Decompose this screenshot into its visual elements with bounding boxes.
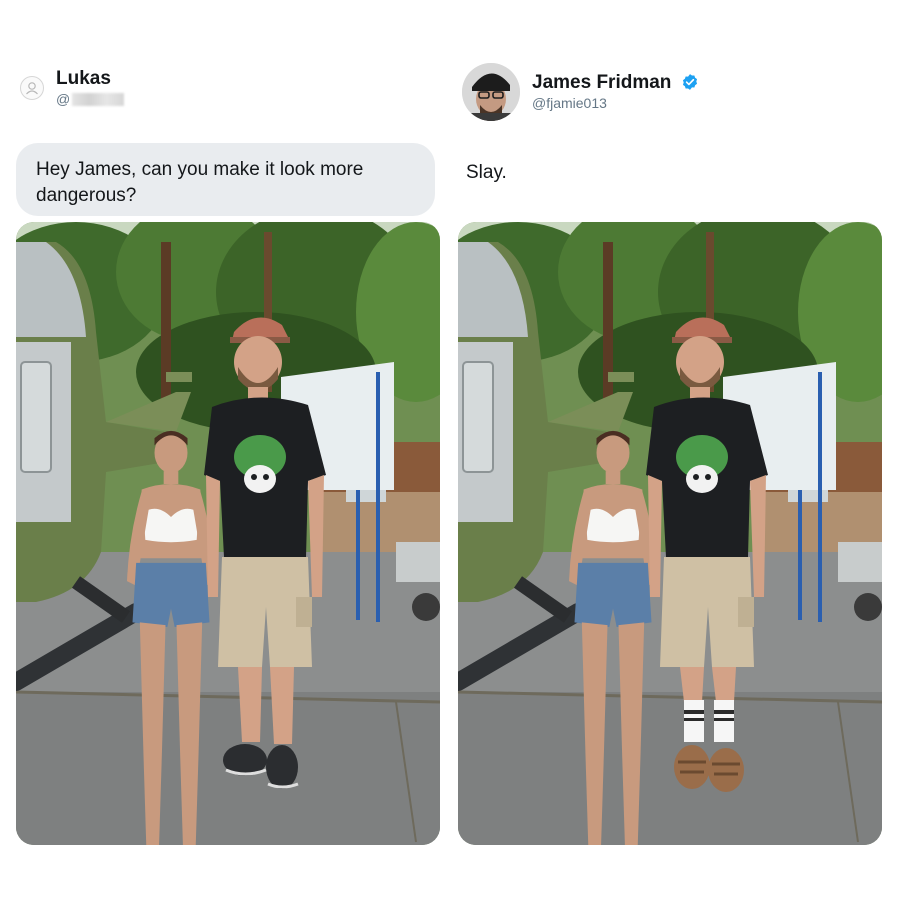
display-name-text: James Fridman — [532, 72, 672, 93]
photo-image — [458, 222, 882, 845]
display-name[interactable]: James Fridman — [532, 72, 699, 94]
verified-badge-icon — [682, 74, 697, 90]
handle-text: @ — [56, 91, 71, 107]
request-tweet: Lukas @ Hey James, can you make it look … — [0, 0, 450, 900]
redacted-handle — [72, 92, 125, 106]
handle[interactable]: @ — [56, 90, 125, 108]
reply-message: Slay. — [466, 162, 507, 183]
message-text: Hey James, can you make it look more dan… — [36, 159, 364, 206]
user-info: Lukas @ — [56, 68, 125, 108]
user-info: James Fridman @fjamie013 — [532, 72, 699, 112]
display-name[interactable]: Lukas — [56, 68, 124, 90]
reply-tweet: James Fridman @fjamie013 Slay. — [450, 0, 900, 900]
profile-avatar[interactable] — [462, 63, 520, 121]
original-photo[interactable] — [16, 222, 440, 845]
handle[interactable]: @fjamie013 — [532, 94, 699, 112]
user-header: Lukas @ — [20, 68, 125, 108]
message-bubble: Hey James, can you make it look more dan… — [16, 143, 435, 216]
edited-photo[interactable] — [458, 222, 882, 845]
user-header: James Fridman @fjamie013 — [462, 63, 699, 121]
default-avatar-icon[interactable] — [20, 76, 44, 100]
photo-image — [16, 222, 440, 845]
